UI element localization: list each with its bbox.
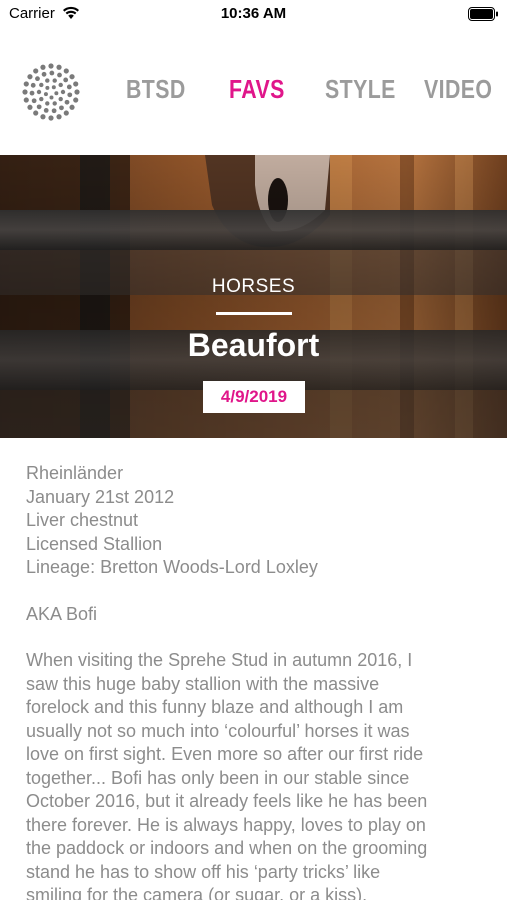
story-line: When visiting the Sprehe Stud in autumn … [26, 650, 413, 670]
detail-line: Liver chestnut [26, 510, 139, 530]
story-line: love on first sight. Even more so after … [26, 744, 424, 764]
story-line: together... Bofi has only been in our st… [26, 767, 410, 788]
tab-favs[interactable]: FAVS [229, 74, 285, 105]
story-line: forelock and this funny blaze and althou… [26, 697, 404, 717]
story-line: stand he has to show off his ‘party tric… [26, 861, 381, 882]
article-title: Beaufort [187, 327, 320, 363]
story-line: October 2016, but it already feels like … [26, 791, 428, 811]
status-bar: Carrier 10:36 AM [0, 0, 507, 28]
detail-line: Licensed Stallion [26, 533, 163, 554]
tab-btsd[interactable]: BTSD [126, 74, 186, 105]
tab-style[interactable]: STYLE [325, 74, 396, 105]
logo-icon[interactable] [22, 63, 80, 126]
story-line: saw this huge baby stallion with the mas… [26, 673, 380, 694]
story-line: usually not so much into ‘colourful’ hor… [26, 720, 410, 741]
date-badge: 4/9/2019 [203, 381, 305, 413]
detail-line: Rheinländer [26, 463, 124, 483]
story-line: smiling for the camera (or sugar, or a k… [26, 885, 368, 900]
story-line: the paddock or indoors and when on the g… [26, 838, 428, 858]
tab-video[interactable]: VIDEO [424, 74, 492, 105]
top-navigation: BTSD FAVS STYLE VIDEO [0, 55, 507, 129]
hero-banner: HORSES Beaufort 4/9/2019 [0, 155, 507, 438]
detail-line: January 21st 2012 [26, 486, 175, 507]
status-time: 10:36 AM [220, 5, 287, 22]
aka-line: AKA Bofi [26, 603, 98, 624]
story-line: there forever. He is always happy, loves… [26, 814, 426, 835]
detail-line: Lineage: Bretton Woods-Lord Loxley [26, 557, 318, 577]
article-body: Rheinländer January 21st 2012 Liver ches… [26, 462, 486, 900]
battery-icon [468, 7, 499, 26]
category-divider [216, 312, 292, 315]
category-label: HORSES [211, 276, 296, 297]
